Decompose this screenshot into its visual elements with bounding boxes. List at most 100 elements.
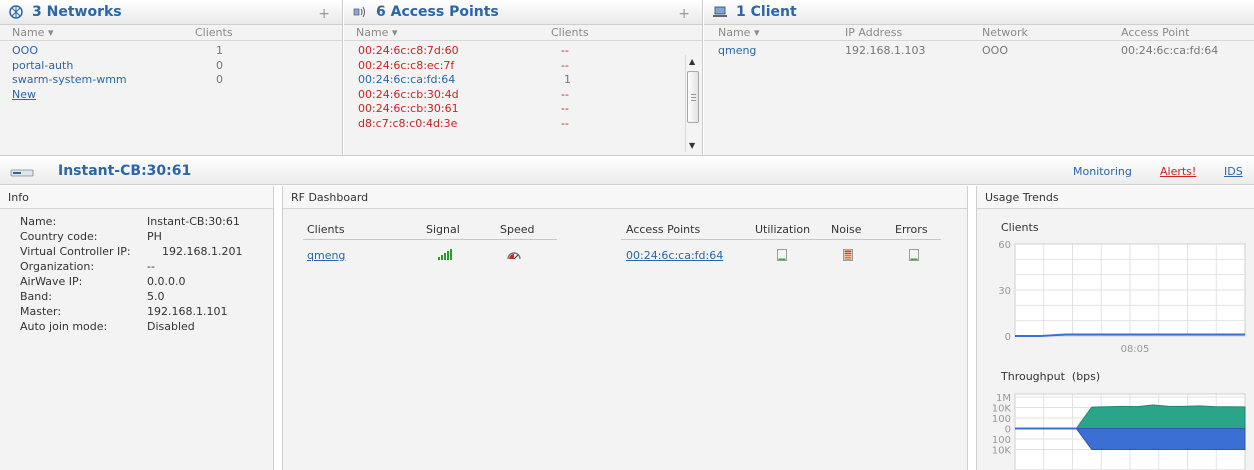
info-label: AirWave IP: <box>20 275 83 288</box>
ids-link[interactable]: IDS <box>1224 165 1243 178</box>
ap-name[interactable]: 00:24:6c:c8:ec:7f <box>358 59 454 72</box>
networks-header: 3 Networks + <box>0 0 342 25</box>
networks-col-clients[interactable]: Clients <box>195 26 233 39</box>
rf-col-errors: Errors <box>895 223 928 236</box>
client-row[interactable]: qmeng 192.168.1.103 OOO 00:24:6c:ca:fd:6… <box>704 43 1254 58</box>
access-point-row[interactable]: 00:24:6c:c8:ec:7f -- <box>344 58 702 73</box>
throughput-y-tick-label: 10K <box>992 404 1012 415</box>
device-title: Instant-CB:30:61 <box>58 163 192 179</box>
info-label: Country code: <box>20 230 98 243</box>
laptop-icon <box>713 6 727 17</box>
info-label: Virtual Controller IP: <box>20 245 131 258</box>
monitoring-link[interactable]: Monitoring <box>1073 165 1132 178</box>
info-label: Name: <box>20 215 57 228</box>
ap-clients: -- <box>561 87 569 101</box>
client-access-point: 00:24:6c:ca:fd:64 <box>1121 44 1219 57</box>
ap-clients: -- <box>561 102 569 115</box>
access-point-row[interactable]: 00:24:6c:ca:fd:64 1 <box>344 72 702 87</box>
rf-dashboard-header: RF Dashboard <box>283 186 967 209</box>
access-point-row[interactable]: 00:24:6c:cb:30:4d -- <box>344 87 702 102</box>
clients-col-ap[interactable]: Access Point <box>1121 26 1189 39</box>
rf-col-access-points: Access Points <box>626 223 701 236</box>
clients-chart-title: Clients <box>1001 221 1039 234</box>
access-point-row[interactable]: d8:c7:c8:c0:4d:3e -- <box>344 116 702 131</box>
utilization-meter-icon <box>777 249 787 261</box>
clients-title: 1 Client <box>736 4 797 20</box>
scroll-up-arrow-icon[interactable]: ▲ <box>689 57 695 66</box>
rf-client-link[interactable]: qmeng <box>307 249 345 262</box>
info-value: Instant-CB:30:61 <box>147 215 240 228</box>
network-row[interactable]: swarm-system-wmm 0 <box>0 72 342 87</box>
networks-title: 3 Networks <box>32 4 122 20</box>
throughput-y-tick-label: 1M <box>996 393 1011 404</box>
networks-col-name[interactable]: Name ▾ <box>12 26 53 39</box>
ap-col-name[interactable]: Name ▾ <box>356 26 397 39</box>
clients-panel: 1 Client Name ▾ IP Address Network Acces… <box>704 0 1254 155</box>
networks-icon <box>9 5 23 19</box>
network-name[interactable]: portal-auth <box>12 59 73 72</box>
rf-col-clients: Clients <box>307 223 345 236</box>
client-name[interactable]: qmeng <box>718 44 756 57</box>
info-value: Disabled <box>147 320 195 333</box>
noise-meter-icon <box>843 249 853 261</box>
network-clients: 0 <box>216 58 223 72</box>
throughput-chart-title: Throughput (bps) <box>1001 370 1101 383</box>
throughput-y-tick-label: 10K <box>992 446 1012 457</box>
throughput-chart: 1M10K100010010K <box>992 393 1246 470</box>
ap-name[interactable]: d8:c7:c8:c0:4d:3e <box>358 117 457 130</box>
info-value: -- <box>147 260 155 273</box>
ap-name[interactable]: 00:24:6c:ca:fd:64 <box>358 73 455 86</box>
info-value: 192.168.1.101 <box>147 305 228 318</box>
clients-col-ip[interactable]: IP Address <box>845 26 902 39</box>
clients-column-header: Name ▾ IP Address Network Access Point <box>704 25 1254 41</box>
usage-trends-section: Usage Trends Clients 60 30 0 08:05 Throughp… <box>976 186 1254 470</box>
clients-col-name[interactable]: Name ▾ <box>718 26 759 39</box>
network-name[interactable]: swarm-system-wmm <box>12 73 127 86</box>
network-clients: 0 <box>216 73 223 86</box>
alerts-link[interactable]: Alerts! <box>1160 165 1196 178</box>
network-clients: 1 <box>216 44 223 57</box>
info-section: Info Name: Instant-CB:30:61 Country code… <box>0 186 274 470</box>
ap-name[interactable]: 00:24:6c:cb:30:61 <box>358 102 459 115</box>
network-row[interactable]: OOO 1 <box>0 43 342 58</box>
access-point-icon <box>353 6 365 18</box>
ap-clients: -- <box>561 44 569 57</box>
network-name[interactable]: OOO <box>12 44 38 57</box>
throughput-y-tick-label: 0 <box>1005 425 1011 436</box>
ap-clients: 1 <box>564 73 571 86</box>
rf-access-point-link[interactable]: 00:24:6c:ca:fd:64 <box>626 249 723 262</box>
ap-name[interactable]: 00:24:6c:cb:30:4d <box>358 88 459 101</box>
scroll-down-arrow-icon[interactable]: ▼ <box>689 141 695 150</box>
new-network-link[interactable]: New <box>12 88 36 101</box>
rf-col-noise: Noise <box>831 223 862 236</box>
access-points-scrollbar[interactable]: ▲ ▼ <box>685 55 700 152</box>
errors-meter-icon <box>909 249 919 261</box>
info-label: Master: <box>20 305 62 318</box>
access-point-row[interactable]: 00:24:6c:cb:30:61 -- <box>344 101 702 116</box>
clients-chart: 60 30 0 08:05 <box>998 240 1246 355</box>
clients-y-tick-label: 60 <box>998 240 1011 251</box>
device-bar: Instant-CB:30:61 Monitoring Alerts! IDS <box>0 155 1254 185</box>
usage-trends-header: Usage Trends <box>977 186 1254 209</box>
network-row[interactable]: portal-auth 0 <box>0 58 342 73</box>
rf-dashboard-section: RF Dashboard Clients Signal Speed Access… <box>282 186 968 470</box>
ap-name[interactable]: 00:24:6c:c8:7d:60 <box>358 44 459 57</box>
ap-clients: -- <box>561 58 569 72</box>
networks-column-header: Name ▾ Clients <box>0 25 342 41</box>
rf-col-speed: Speed <box>500 223 535 236</box>
client-network: OOO <box>982 44 1008 57</box>
clients-x-tick-label: 08:05 <box>1121 344 1150 355</box>
ap-col-clients[interactable]: Clients <box>551 26 589 39</box>
clients-header: 1 Client <box>704 0 1254 25</box>
access-point-row[interactable]: 00:24:6c:c8:7d:60 -- <box>344 43 702 58</box>
access-points-title: 6 Access Points <box>376 4 499 20</box>
add-access-point-button[interactable]: + <box>678 6 690 22</box>
scrollbar-thumb[interactable] <box>687 71 699 123</box>
info-header: Info <box>0 186 273 209</box>
info-value: 0.0.0.0 <box>147 275 186 288</box>
clients-col-network[interactable]: Network <box>982 26 1028 39</box>
new-network-row[interactable]: New <box>0 87 342 102</box>
signal-strength-icon <box>438 249 452 260</box>
networks-panel: 3 Networks + Name ▾ Clients OOO 1 portal… <box>0 0 343 155</box>
add-network-button[interactable]: + <box>318 6 330 22</box>
